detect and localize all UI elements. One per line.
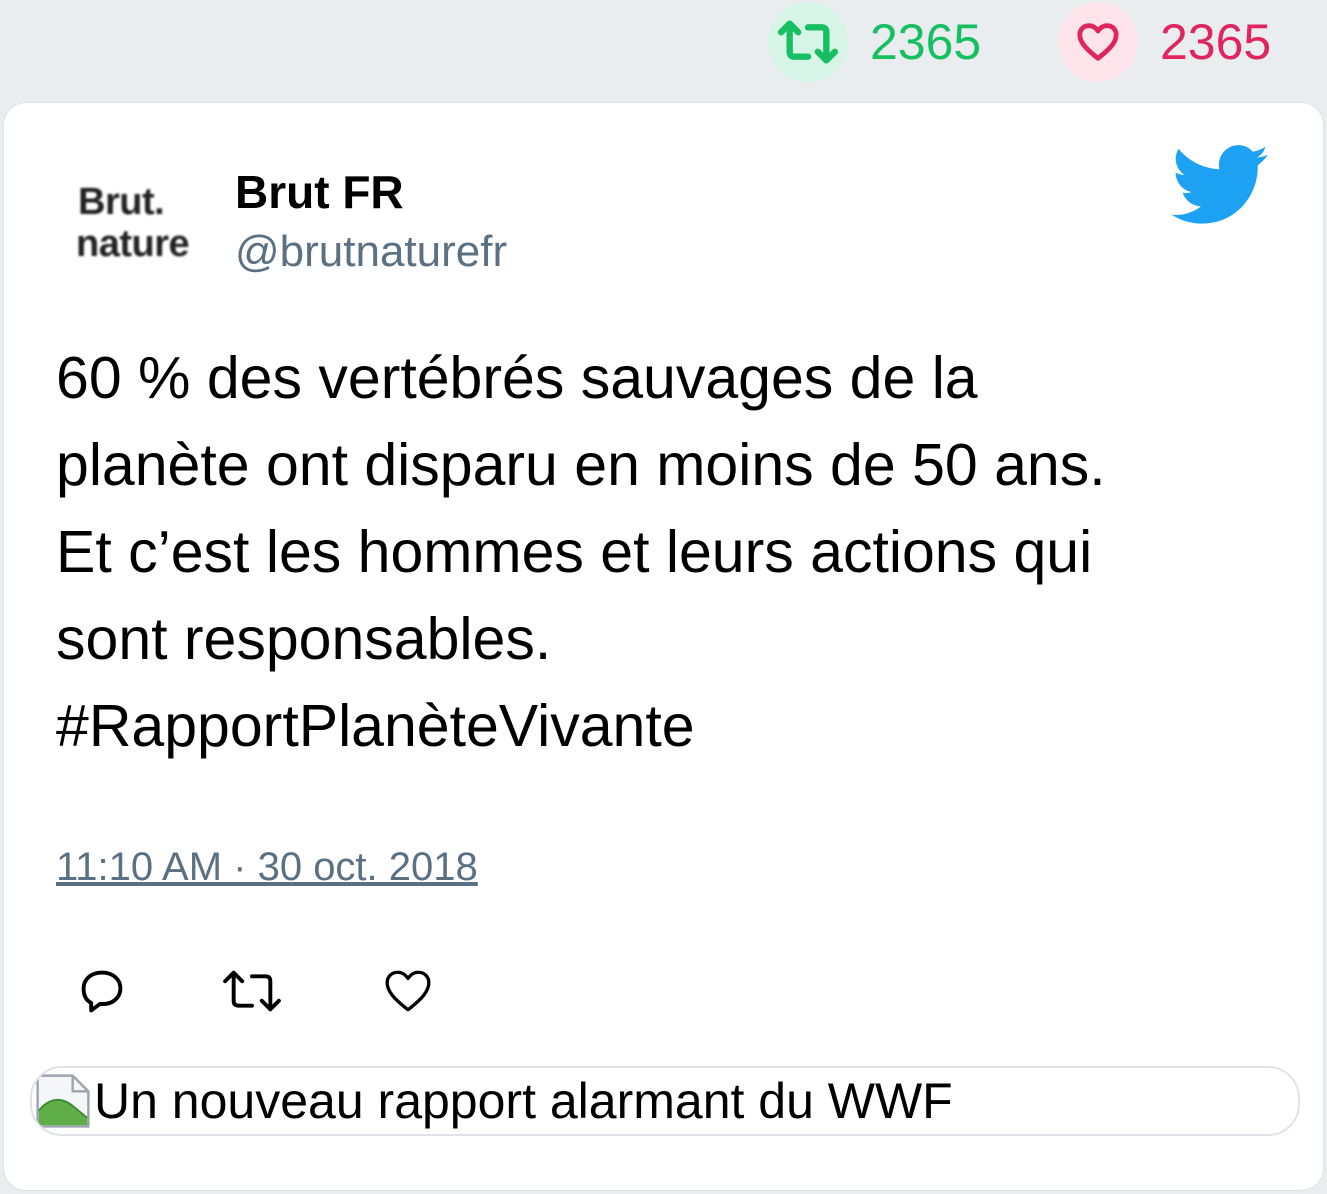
twitter-bird-icon[interactable] bbox=[1172, 143, 1270, 229]
broken-image-icon bbox=[36, 1074, 90, 1128]
retweet-icon[interactable] bbox=[768, 2, 848, 82]
author-handle[interactable]: @brutnaturefr bbox=[235, 227, 507, 277]
like-count: 2365 bbox=[1160, 14, 1272, 70]
link-preview-card[interactable]: Un nouveau rapport alarmant du WWF bbox=[30, 1066, 1300, 1136]
like-stat[interactable]: 2365 bbox=[1058, 2, 1271, 82]
engagement-stats: 2365 2365 bbox=[0, 0, 1327, 100]
avatar-line-2: nature bbox=[76, 223, 190, 265]
heart-icon[interactable] bbox=[1058, 2, 1138, 82]
author-name[interactable]: Brut FR bbox=[235, 165, 404, 219]
retweet-action-icon[interactable] bbox=[222, 961, 282, 1021]
avatar[interactable]: Brut. nature bbox=[66, 163, 216, 283]
tweet-card: Brut. nature Brut FR @brutnaturefr 60 % … bbox=[4, 103, 1323, 1190]
link-preview-title: Un nouveau rapport alarmant du WWF bbox=[94, 1073, 953, 1129]
retweet-count: 2365 bbox=[870, 14, 982, 70]
tweet-timestamp[interactable]: 11:10 AM · 30 oct. 2018 bbox=[56, 845, 478, 890]
like-action-icon[interactable] bbox=[378, 961, 438, 1021]
avatar-line-1: Brut. bbox=[78, 181, 165, 223]
reply-icon[interactable] bbox=[72, 961, 132, 1021]
retweet-stat[interactable]: 2365 bbox=[768, 2, 981, 82]
tweet-text: 60 % des vertébrés sauvages de la planèt… bbox=[56, 345, 1106, 759]
